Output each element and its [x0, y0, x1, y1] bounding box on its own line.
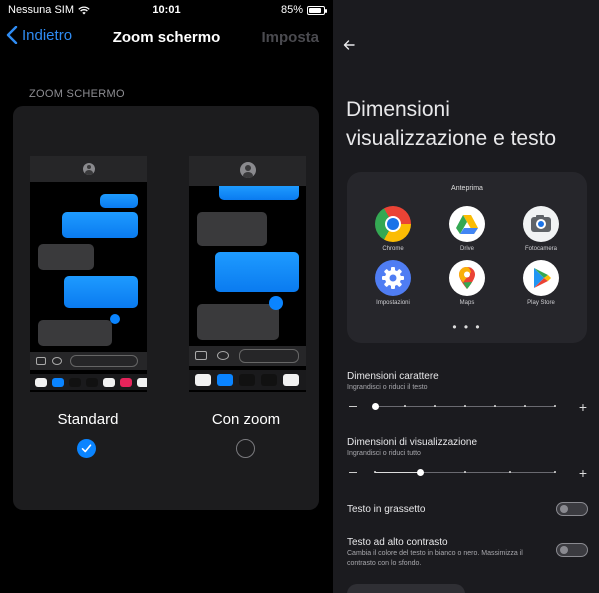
toggle-knob — [560, 546, 568, 554]
preview-label: Anteprima — [451, 185, 483, 192]
slider-thumb[interactable] — [371, 403, 379, 410]
preview-header — [189, 156, 306, 186]
settings-gear-icon — [375, 260, 411, 296]
reset-button[interactable] — [347, 584, 465, 593]
app-label: Impostazioni — [376, 300, 410, 306]
high-contrast-subtitle: Cambia il colore del testo in bianco o n… — [347, 550, 523, 567]
message-bubble-received — [38, 320, 112, 346]
slider-tick — [524, 405, 526, 407]
status-bar: Nessuna SIM 10:01 85% — [0, 0, 333, 20]
minus-icon[interactable] — [349, 472, 357, 473]
app-maps: Maps — [437, 260, 497, 306]
message-bubble-sent — [219, 186, 299, 200]
app-label: Play Store — [527, 300, 555, 306]
plus-icon[interactable]: + — [579, 466, 587, 480]
set-button[interactable]: Imposta — [261, 29, 319, 46]
battery-icon — [307, 5, 327, 15]
preview-app-strip — [30, 374, 147, 390]
preview-text-field — [70, 355, 138, 367]
option-zoom-label[interactable]: Con zoom — [176, 411, 316, 428]
play-store-icon — [523, 260, 559, 296]
preview-app-strip — [189, 370, 306, 390]
slider-tick — [374, 471, 376, 473]
battery-percent: 85% — [280, 4, 303, 16]
option-standard-label[interactable]: Standard — [18, 411, 158, 428]
minus-icon[interactable] — [349, 406, 357, 407]
app-play-store: Play Store — [511, 260, 571, 306]
font-size-subtitle: Ingrandisci o riduci il testo — [347, 384, 428, 391]
arrow-back-icon[interactable] — [342, 38, 356, 52]
zoom-options-card: Standard Con zoom — [13, 106, 319, 510]
app-camera: Fotocamera — [511, 206, 571, 252]
app-label: Chrome — [382, 246, 404, 252]
message-bubble-received — [197, 212, 267, 246]
page-title: Dimensioni visualizzazione e testo — [346, 98, 557, 150]
message-bubble-sent — [64, 276, 138, 308]
high-contrast-toggle[interactable] — [556, 543, 588, 557]
camera-icon — [195, 351, 207, 360]
display-size-subtitle: Ingrandisci o riduci tutto — [347, 450, 421, 457]
slider-tick — [509, 471, 511, 473]
drive-icon — [449, 206, 485, 242]
app-label: Fotocamera — [524, 246, 557, 252]
maps-icon — [449, 260, 485, 296]
camera-icon — [36, 357, 46, 365]
checkmark-icon — [81, 444, 92, 453]
bold-text-title: Testo in grassetto — [347, 504, 426, 515]
display-size-slider[interactable]: + — [347, 466, 587, 480]
message-bubble-received — [38, 244, 94, 270]
battery-group: 85% — [280, 4, 327, 16]
app-label: Maps — [459, 300, 475, 306]
chrome-icon — [375, 206, 411, 242]
high-contrast-title: Testo ad alto contrasto — [347, 537, 448, 548]
contact-avatar-icon — [239, 162, 256, 178]
preview-text-field — [239, 349, 299, 363]
nav-bar: Indietro Zoom schermo Imposta — [0, 24, 333, 52]
more-dots: • • • — [452, 320, 482, 334]
contact-avatar-icon — [82, 163, 95, 175]
app-label: Drive — [459, 246, 474, 252]
section-header: ZOOM SCHERMO — [29, 88, 125, 100]
standard-radio-checked[interactable] — [77, 439, 96, 458]
preview-header — [30, 156, 147, 182]
slider-track[interactable] — [374, 469, 556, 476]
android-display-size-screen: Dimensioni visualizzazione e testo Antep… — [333, 0, 599, 593]
message-bubble-received — [197, 304, 279, 340]
message-bubble-sent — [100, 194, 138, 208]
slider-tick — [554, 405, 556, 407]
slider-tick — [554, 471, 556, 473]
slider-active-track — [375, 472, 420, 473]
app-settings: Impostazioni — [363, 260, 423, 306]
tapback-dot — [269, 296, 283, 310]
font-size-title: Dimensioni carattere — [347, 371, 439, 382]
font-size-slider[interactable]: + — [347, 400, 587, 414]
ios-zoom-screen: Nessuna SIM 10:01 85% Indietro Zoom sche… — [0, 0, 333, 593]
slider-tick — [434, 405, 436, 407]
plus-icon[interactable]: + — [579, 400, 587, 414]
app-chrome: Chrome — [363, 206, 423, 252]
message-bubble-sent — [215, 252, 299, 292]
preview-input-bar — [30, 352, 147, 370]
slider-thumb[interactable] — [416, 469, 424, 476]
preview-card: Anteprima Chrome Drive Fotocamera Impost… — [347, 172, 587, 343]
zoom-preview[interactable] — [189, 156, 306, 392]
zoom-radio-unchecked[interactable] — [236, 439, 255, 458]
slider-tick — [464, 471, 466, 473]
bold-text-toggle[interactable] — [556, 502, 588, 516]
slider-track[interactable] — [371, 403, 556, 410]
toggle-knob — [560, 505, 568, 513]
tapback-dot — [110, 314, 120, 324]
camera-icon — [523, 206, 559, 242]
message-bubble-sent — [62, 212, 138, 238]
preview-input-bar — [189, 346, 306, 366]
slider-tick — [404, 405, 406, 407]
app-drive: Drive — [437, 206, 497, 252]
display-size-title: Dimensioni di visualizzazione — [347, 437, 478, 448]
appstore-icon — [217, 351, 229, 360]
slider-tick — [464, 405, 466, 407]
appstore-icon — [52, 357, 62, 365]
slider-tick — [494, 405, 496, 407]
standard-preview[interactable] — [30, 156, 147, 392]
